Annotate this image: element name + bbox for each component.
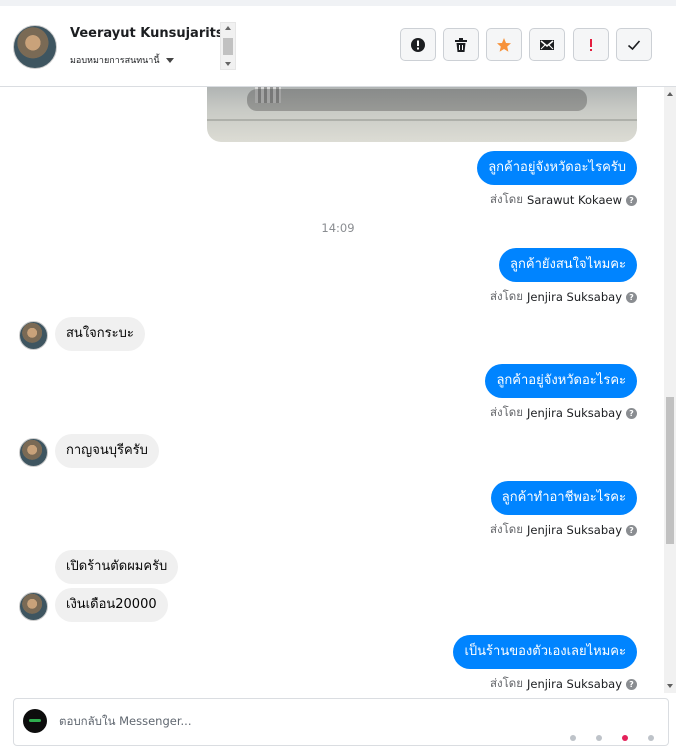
mark-done-button[interactable]	[616, 28, 652, 61]
scroll-down-arrow-icon[interactable]	[225, 62, 231, 66]
page-logo-icon	[23, 709, 47, 733]
help-icon[interactable]: ?	[626, 524, 637, 536]
contact-avatar-small[interactable]	[19, 321, 48, 350]
composer-tools	[570, 735, 654, 741]
sticker-icon[interactable]	[622, 735, 628, 741]
scroll-down-arrow-icon[interactable]	[667, 684, 673, 688]
incoming-message[interactable]: เปิดร้านตัดผมครับ	[55, 550, 179, 584]
report-spam-button[interactable]	[400, 28, 436, 61]
flag-important-button[interactable]	[573, 28, 609, 61]
attachment-icon[interactable]	[570, 735, 576, 741]
checkmark-icon	[627, 39, 641, 50]
exclamation-icon	[590, 38, 592, 51]
contact-avatar-small[interactable]	[19, 592, 48, 621]
sent-by-label: ส่งโดย Sarawut Kokaew ?	[490, 191, 637, 209]
sender-name: Sarawut Kokaew	[527, 193, 622, 207]
emoji-icon[interactable]	[596, 735, 602, 741]
outgoing-message[interactable]: ลูกค้ายังสนใจไหมคะ	[499, 248, 637, 282]
message-thread[interactable]: ลูกค้าอยู่จังหวัดอะไรครับ ส่งโดย Sarawut…	[0, 87, 664, 693]
help-icon[interactable]: ?	[626, 678, 637, 690]
reply-input[interactable]: ตอบกลับใน Messenger...	[13, 698, 669, 746]
star-icon	[497, 37, 511, 52]
sender-name: Jenjira Suksabay	[526, 290, 622, 304]
sent-by-label: ส่งโดย Jenjira Suksabay ?	[490, 521, 637, 539]
star-button[interactable]	[486, 28, 522, 61]
incoming-message[interactable]: กาญจนบุรีครับ	[55, 434, 159, 468]
outgoing-message[interactable]: ลูกค้าอยู่จังหวัดอะไรครับ	[477, 151, 637, 185]
alert-circle-icon	[411, 37, 425, 52]
photo-vehicle-shadow	[247, 89, 587, 111]
assign-label: มอบหมายการสนทนานี้	[70, 56, 160, 66]
contact-name[interactable]: Veerayut Kunsujaritsub	[70, 26, 220, 41]
contact-avatar-small[interactable]	[19, 438, 48, 467]
caret-down-icon	[165, 57, 174, 63]
sender-name: Jenjira Suksabay	[526, 677, 622, 691]
outgoing-message[interactable]: เป็นร้านของตัวเองเลยไหมคะ	[453, 635, 637, 669]
incoming-message[interactable]: สนใจกระบะ	[55, 317, 145, 351]
scroll-thumb[interactable]	[223, 38, 233, 55]
name-scrollbar[interactable]	[220, 22, 236, 70]
sent-by-prefix: ส่งโดย	[489, 522, 523, 536]
sender-name: Jenjira Suksabay	[526, 523, 622, 537]
photo-floor-line	[207, 119, 637, 121]
scroll-up-arrow-icon[interactable]	[225, 26, 231, 30]
sent-by-label: ส่งโดย Jenjira Suksabay ?	[490, 675, 637, 693]
help-icon[interactable]: ?	[626, 291, 637, 303]
sender-name: Jenjira Suksabay	[526, 406, 622, 420]
sent-by-prefix: ส่งโดย	[489, 289, 523, 303]
outgoing-message[interactable]: ลูกค้าอยู่จังหวัดอะไรคะ	[485, 364, 637, 398]
composer-area: ตอบกลับใน Messenger...	[0, 693, 676, 746]
sent-by-label: ส่งโดย Jenjira Suksabay ?	[490, 404, 637, 422]
message-timestamp: 14:09	[321, 221, 355, 235]
sent-by-prefix: ส่งโดย	[489, 192, 524, 206]
scroll-up-arrow-icon[interactable]	[667, 92, 673, 96]
sent-by-prefix: ส่งโดย	[489, 405, 523, 419]
conversation-header: Veerayut Kunsujaritsub มอบหมายการสนทนานี…	[0, 6, 676, 87]
more-icon[interactable]	[648, 735, 654, 741]
incoming-message[interactable]: เงินเดือน20000	[55, 588, 168, 622]
shared-photo[interactable]	[207, 87, 637, 142]
delete-button[interactable]	[443, 28, 479, 61]
assign-conversation-dropdown[interactable]: มอบหมายการสนทนานี้	[70, 53, 174, 67]
scroll-thumb[interactable]	[666, 397, 674, 544]
contact-avatar[interactable]	[13, 25, 57, 69]
help-icon[interactable]: ?	[626, 407, 637, 419]
sent-by-prefix: ส่งโดย	[489, 676, 523, 690]
mark-unread-button[interactable]	[529, 28, 565, 61]
thread-scrollbar[interactable]	[664, 87, 676, 693]
outgoing-message[interactable]: ลูกค้าทำอาชีพอะไรคะ	[490, 481, 637, 515]
help-icon[interactable]: ?	[626, 194, 637, 206]
envelope-icon	[540, 39, 554, 50]
sent-by-label: ส่งโดย Jenjira Suksabay ?	[490, 288, 637, 306]
reply-placeholder: ตอบกลับใน Messenger...	[59, 714, 192, 728]
trash-icon	[455, 37, 467, 52]
